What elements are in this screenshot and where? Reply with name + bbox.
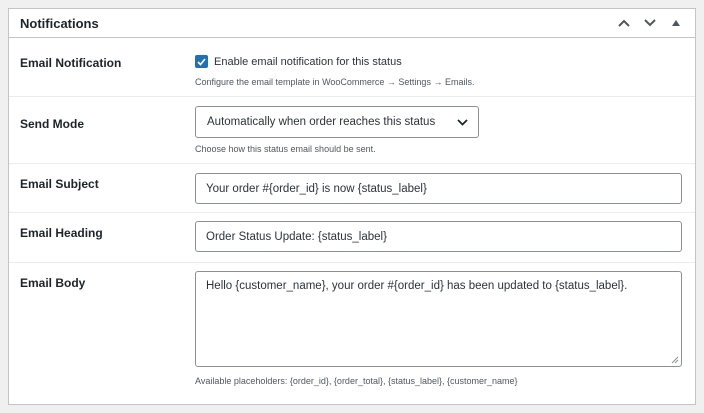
email-notification-checkbox-label[interactable]: Enable email notification for this statu… — [214, 56, 402, 68]
email-body-description: Available placeholders: {order_id}, {ord… — [195, 376, 518, 386]
email-notification-field: Enable email notification for this statu… — [195, 55, 474, 87]
email-subject-label: Email Subject — [20, 177, 99, 191]
send-mode-description: Choose how this status email should be s… — [195, 144, 376, 154]
row-email-subject: Email Subject Your order #{order_id} is … — [9, 164, 695, 213]
resize-handle-icon[interactable] — [671, 356, 679, 364]
chevron-down-icon — [457, 118, 468, 126]
move-up-button[interactable] — [613, 12, 635, 34]
caret-up-icon — [672, 20, 680, 26]
row-email-heading: Email Heading Order Status Update: {stat… — [9, 213, 695, 263]
email-heading-input[interactable]: Order Status Update: {status_label} — [195, 221, 682, 252]
send-mode-field: Automatically when order reaches this st… — [195, 106, 479, 154]
send-mode-selected-value: Automatically when order reaches this st… — [207, 116, 436, 128]
email-body-text: Hello {customer_name}, your order #{orde… — [206, 280, 628, 292]
email-notification-checkbox-wrap[interactable]: Enable email notification for this statu… — [195, 55, 474, 68]
email-notification-label: Email Notification — [20, 56, 122, 70]
toggle-panel-button[interactable] — [665, 12, 687, 34]
row-email-body: Email Body Hello {customer_name}, your o… — [9, 263, 695, 404]
chevron-down-icon — [644, 19, 656, 27]
email-notification-description: Configure the email template in WooComme… — [195, 77, 475, 87]
email-body-field: Hello {customer_name}, your order #{orde… — [195, 271, 682, 386]
notifications-panel: Notifications Email Notification Enable … — [8, 8, 696, 405]
email-heading-label: Email Heading — [20, 226, 103, 240]
panel-handle-actions — [613, 12, 687, 34]
chevron-up-icon — [618, 19, 630, 27]
row-email-notification: Email Notification Enable email notifica… — [9, 39, 695, 97]
row-send-mode: Send Mode Automatically when order reach… — [9, 97, 695, 164]
send-mode-select[interactable]: Automatically when order reaches this st… — [195, 106, 479, 138]
checkmark-icon — [197, 57, 206, 66]
move-down-button[interactable] — [639, 12, 661, 34]
email-heading-field: Order Status Update: {status_label} — [195, 221, 682, 252]
email-body-textarea[interactable]: Hello {customer_name}, your order #{orde… — [195, 271, 682, 367]
email-notification-checkbox[interactable] — [195, 55, 208, 68]
email-body-label: Email Body — [20, 276, 86, 290]
send-mode-label: Send Mode — [20, 117, 85, 131]
email-subject-input[interactable]: Your order #{order_id} is now {status_la… — [195, 173, 682, 204]
panel-header: Notifications — [9, 9, 695, 38]
panel-title: Notifications — [20, 15, 99, 31]
email-subject-field: Your order #{order_id} is now {status_la… — [195, 173, 682, 204]
